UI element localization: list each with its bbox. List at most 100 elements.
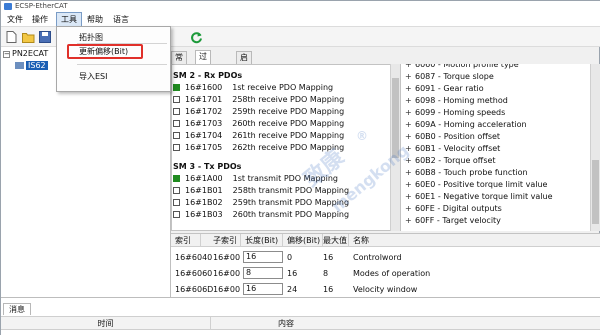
object-item[interactable]: +60FF - Target velocity (405, 215, 501, 227)
header-length: 长度(Bit) (243, 234, 283, 247)
menu-language[interactable]: 语言 (109, 12, 133, 27)
object-label: 60B2 - Torque offset (415, 156, 496, 165)
sm2-title: SM 2 - Rx PDOs (173, 71, 243, 80)
pdo-checkbox[interactable] (173, 84, 180, 91)
pdo-row[interactable]: 16#1600 1st receive PDO Mapping (173, 82, 333, 94)
pdo-checkbox[interactable] (173, 187, 180, 194)
object-item[interactable]: +60E1 - Negative torque limit value (405, 191, 553, 203)
object-label: 6099 - Homing speeds (415, 108, 506, 117)
tree-device[interactable]: IS62 (15, 61, 48, 71)
pdo-checkbox[interactable] (173, 96, 180, 103)
expand-icon[interactable]: + (405, 179, 415, 191)
expand-icon[interactable]: + (405, 131, 415, 143)
expand-icon[interactable]: + (405, 191, 415, 203)
object-item[interactable]: +6087 - Torque slope (405, 71, 494, 83)
pdo-row[interactable]: 16#1703 260th receive PDO Mapping (173, 118, 344, 130)
expand-icon[interactable]: + (405, 119, 415, 131)
pdo-checkbox[interactable] (173, 175, 180, 182)
menu-help[interactable]: 帮助 (83, 12, 107, 27)
pdo-description: 260th receive PDO Mapping (232, 119, 345, 128)
expand-icon[interactable]: + (405, 83, 415, 95)
object-label: 6091 - Gear ratio (415, 84, 484, 93)
tree-root[interactable]: − PN2ECAT (3, 49, 48, 59)
tab-startup[interactable]: 启动信息 (236, 51, 252, 98)
pdo-checkbox[interactable] (173, 144, 180, 151)
expand-icon[interactable]: + (405, 143, 415, 155)
pdo-description: 1st receive PDO Mapping (232, 83, 334, 92)
pdo-description: 260th transmit PDO Mapping (232, 210, 350, 219)
menu-tools[interactable]: 工具 (56, 12, 82, 27)
pdo-row[interactable]: 16#1705 262th receive PDO Mapping (173, 142, 344, 154)
object-item[interactable]: +60B1 - Velocity offset (405, 143, 500, 155)
collapse-icon[interactable]: − (3, 51, 10, 58)
open-folder-icon[interactable] (21, 30, 35, 44)
tab-messages[interactable]: 消息 (3, 303, 31, 315)
pdo-checkbox[interactable] (173, 211, 180, 218)
menu-bar: 文件 操作 工具 帮助 语言 (1, 12, 600, 27)
object-label: 6098 - Homing method (415, 96, 508, 105)
scroll-thumb[interactable] (592, 160, 599, 224)
pdo-row[interactable]: 16#1B02 259th transmit PDO Mapping (173, 197, 349, 209)
highlight-box (67, 44, 143, 59)
save-icon[interactable] (38, 30, 52, 44)
refresh-icon[interactable] (189, 30, 203, 44)
pdo-description: 261th receive PDO Mapping (232, 131, 345, 140)
object-label: 6087 - Torque slope (415, 72, 494, 81)
object-item[interactable]: +6099 - Homing speeds (405, 107, 505, 119)
pdo-row[interactable]: 16#1702 259th receive PDO Mapping (173, 106, 344, 118)
expand-icon[interactable]: + (405, 71, 415, 83)
object-item[interactable]: +6060 - Motion profile type (405, 64, 519, 71)
expand-icon[interactable]: + (405, 203, 415, 215)
expand-icon[interactable]: + (405, 155, 415, 167)
cell-subindex: 16#00 (213, 269, 241, 278)
object-item[interactable]: +60B0 - Position offset (405, 131, 500, 143)
col-time[interactable]: 时间 (1, 317, 211, 330)
pdo-row[interactable]: 16#1B03 260th transmit PDO Mapping (173, 209, 349, 221)
pdo-index: 16#1B01 (185, 186, 223, 195)
object-item[interactable]: +6091 - Gear ratio (405, 83, 484, 95)
object-item[interactable]: +60FE - Digital outputs (405, 203, 502, 215)
pdo-description: 259th receive PDO Mapping (232, 107, 345, 116)
expand-icon[interactable]: + (405, 215, 415, 227)
pdo-row[interactable]: 16#1701 258th receive PDO Mapping (173, 94, 344, 106)
object-item[interactable]: +609A - Homing acceleration (405, 119, 527, 131)
cell-index: 16#6060 (175, 269, 213, 278)
object-scrollbar[interactable] (590, 64, 600, 231)
object-item[interactable]: +6098 - Homing method (405, 95, 508, 107)
expand-icon[interactable]: + (405, 95, 415, 107)
pdo-checkbox[interactable] (173, 120, 180, 127)
object-label: 60FE - Digital outputs (415, 204, 502, 213)
col-content[interactable]: 内容 (211, 317, 361, 330)
tools-dropdown-menu: 拓扑图 更新偏移(Bit) 导入ESI (56, 26, 171, 92)
length-input[interactable]: 16 (243, 251, 283, 263)
pdo-index: 16#1705 (185, 143, 223, 152)
tab-process-data[interactable]: 过程数据 (195, 50, 211, 97)
object-item[interactable]: +60B8 - Touch probe function (405, 167, 528, 179)
header-subindex: 子索引 (211, 234, 241, 247)
scroll-thumb[interactable] (392, 78, 399, 158)
new-file-icon[interactable] (4, 30, 18, 44)
length-input[interactable]: 8 (243, 267, 283, 279)
expand-icon[interactable]: + (405, 167, 415, 179)
length-input[interactable]: 16 (243, 283, 283, 295)
tab-general[interactable]: 常规 (171, 51, 187, 74)
pdo-row[interactable]: 16#1A00 1st transmit PDO Mapping (173, 173, 338, 185)
pdo-checkbox[interactable] (173, 108, 180, 115)
object-item[interactable]: +60E0 - Positive torque limit value (405, 179, 547, 191)
cell-subindex: 16#00 (213, 285, 241, 294)
pdo-row[interactable]: 16#1704 261th receive PDO Mapping (173, 130, 344, 142)
pdo-row[interactable]: 16#1B01 258th transmit PDO Mapping (173, 185, 349, 197)
pdo-checkbox[interactable] (173, 132, 180, 139)
pdo-scrollbar[interactable] (390, 64, 400, 231)
cell-subindex: 16#00 (213, 253, 241, 262)
menu-import-esi[interactable]: 导入ESI (57, 71, 170, 83)
object-list: +6060 - Motion profile type +6087 - Torqu… (401, 64, 600, 231)
expand-icon[interactable]: + (405, 107, 415, 119)
pdo-checkbox[interactable] (173, 199, 180, 206)
menu-operate[interactable]: 操作 (28, 12, 52, 27)
object-item[interactable]: +60B2 - Torque offset (405, 155, 496, 167)
object-label: 60FF - Target velocity (415, 216, 501, 225)
tree-device-label: IS62 (26, 61, 48, 70)
expand-icon[interactable]: + (405, 64, 415, 71)
menu-file[interactable]: 文件 (3, 12, 27, 27)
